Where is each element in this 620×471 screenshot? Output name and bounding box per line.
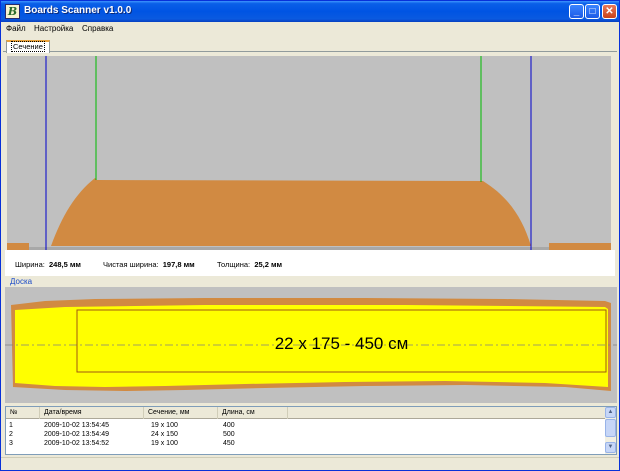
close-button[interactable]: ✕ bbox=[602, 4, 617, 19]
menu-bar: Файл Настройка Справка bbox=[1, 22, 619, 36]
window-title: Boards Scanner v1.0.0 bbox=[24, 5, 132, 16]
width-label-text: Ширина: bbox=[15, 260, 45, 269]
title-bar[interactable]: B Boards Scanner v1.0.0 _ □ ✕ bbox=[1, 1, 619, 22]
board-profile bbox=[51, 178, 531, 246]
col-number[interactable]: № bbox=[6, 407, 40, 419]
menu-settings[interactable]: Настройка bbox=[34, 24, 73, 33]
table-row[interactable]: 2 2009-10-02 13:54:49 24 x 150 500 bbox=[6, 431, 606, 439]
tab-section-label: Сечение bbox=[11, 41, 45, 52]
cell-section: 19 x 100 bbox=[151, 422, 178, 429]
thickness-label-text: Толщина: bbox=[217, 260, 251, 269]
minimize-button[interactable]: _ bbox=[569, 4, 584, 19]
scroll-down-icon[interactable]: ▼ bbox=[605, 442, 616, 453]
net-width-value: 197,8 мм bbox=[162, 260, 195, 269]
cell-number: 2 bbox=[9, 431, 13, 438]
tab-section[interactable]: Сечение bbox=[6, 40, 50, 53]
main-window: B Boards Scanner v1.0.0 _ □ ✕ Файл Настр… bbox=[0, 0, 620, 471]
cell-datetime: 2009-10-02 13:54:52 bbox=[44, 440, 109, 447]
net-width-label: Чистая ширина: 197,8 мм bbox=[103, 260, 195, 269]
col-section[interactable]: Сечение, мм bbox=[144, 407, 218, 419]
thickness-value: 25,2 мм bbox=[254, 260, 283, 269]
col-length[interactable]: Длина, см bbox=[218, 407, 288, 419]
cell-length: 450 bbox=[223, 440, 235, 447]
cell-length: 400 bbox=[223, 422, 235, 429]
maximize-button[interactable]: □ bbox=[585, 4, 600, 19]
cell-section: 24 x 150 bbox=[151, 431, 178, 438]
scan-history-table: № Дата/время Сечение, мм Длина, см 1 200… bbox=[5, 406, 617, 455]
thickness-label: Толщина: 25,2 мм bbox=[217, 260, 282, 269]
cross-section-view bbox=[7, 56, 611, 250]
right-base-strip bbox=[549, 243, 611, 250]
left-base-strip bbox=[7, 243, 29, 250]
width-label: Ширина: 248,5 мм bbox=[15, 260, 81, 269]
cell-datetime: 2009-10-02 13:54:45 bbox=[44, 422, 109, 429]
net-width-label-text: Чистая ширина: bbox=[103, 260, 159, 269]
cell-number: 3 bbox=[9, 440, 13, 447]
cell-datetime: 2009-10-02 13:54:49 bbox=[44, 431, 109, 438]
cut-size-text: 22 х 175 - 450 см bbox=[274, 334, 409, 353]
cross-section-canvas bbox=[7, 56, 611, 250]
scroll-up-icon[interactable]: ▲ bbox=[605, 407, 616, 418]
cell-length: 500 bbox=[223, 431, 235, 438]
scroll-thumb[interactable] bbox=[605, 419, 616, 437]
cell-number: 1 bbox=[9, 422, 13, 429]
width-value: 248,5 мм bbox=[49, 260, 81, 269]
cell-section: 19 x 100 bbox=[151, 440, 178, 447]
table-header: № Дата/время Сечение, мм Длина, см bbox=[6, 407, 606, 419]
board-section-label: Доска bbox=[10, 277, 33, 286]
col-datetime[interactable]: Дата/время bbox=[40, 407, 144, 419]
status-bar bbox=[1, 457, 619, 470]
app-icon: B bbox=[5, 4, 20, 19]
measurements-bar: Ширина: 248,5 мм Чистая ширина: 197,8 мм… bbox=[5, 250, 615, 276]
menu-help[interactable]: Справка bbox=[82, 24, 113, 33]
tab-strip: Сечение bbox=[3, 38, 617, 53]
menu-file[interactable]: Файл bbox=[6, 24, 26, 33]
table-row[interactable]: 1 2009-10-02 13:54:45 19 x 100 400 bbox=[6, 422, 606, 430]
table-row[interactable]: 3 2009-10-02 13:54:52 19 x 100 450 bbox=[6, 440, 606, 448]
table-scrollbar[interactable]: ▲ ▼ bbox=[605, 407, 616, 454]
